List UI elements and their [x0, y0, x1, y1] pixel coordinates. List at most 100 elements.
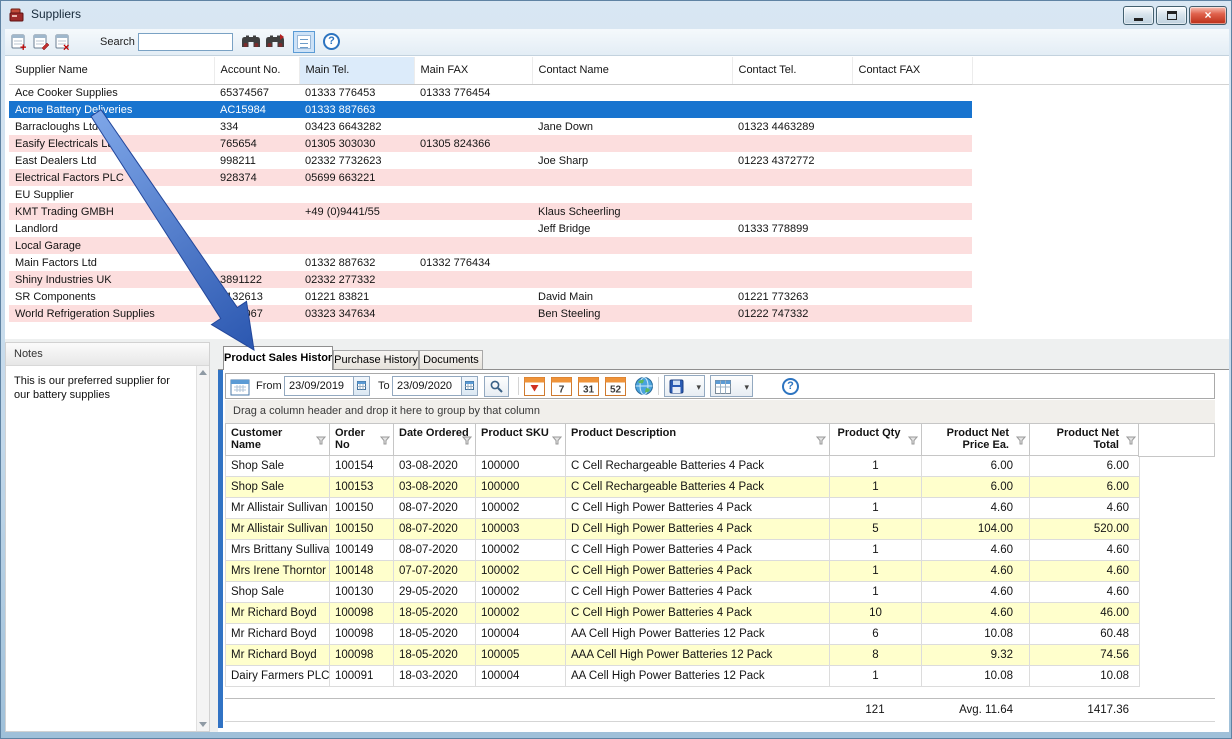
supplier-row[interactable]: East Dealers Ltd99821102332 7732623Joe S…	[9, 152, 972, 169]
edit-supplier-button[interactable]	[31, 32, 51, 57]
column-chooser-button[interactable]: ▾	[710, 375, 753, 397]
col-product-sku[interactable]: Product SKU	[476, 424, 566, 456]
scroll-down-icon[interactable]	[199, 722, 207, 727]
cell	[852, 254, 972, 271]
title-bar[interactable]: Suppliers ×	[1, 1, 1232, 29]
notes-header: Notes	[6, 343, 209, 366]
find-next-button[interactable]	[265, 34, 285, 54]
supplier-row[interactable]: Electrical Factors PLC92837405699 663221	[9, 169, 972, 186]
sales-row[interactable]: Shop Sale10013029-05-2020100002C Cell Hi…	[226, 582, 1140, 603]
apply-filter-button[interactable]	[484, 376, 509, 397]
cell	[532, 237, 732, 254]
cell: Shop Sale	[226, 582, 330, 603]
minimize-button[interactable]	[1123, 6, 1154, 25]
supplier-row[interactable]: Easify Electricals Ltd76565401305 303030…	[9, 135, 972, 152]
cell	[732, 84, 852, 101]
all-dates-button[interactable]	[634, 376, 656, 397]
month-range-button[interactable]: 31	[578, 376, 600, 397]
sales-row[interactable]: Mr Allistair Sullivan10015008-07-2020100…	[226, 519, 1140, 540]
col-contact-name[interactable]: Contact Name	[532, 57, 732, 84]
cell: 02332 277332	[299, 271, 414, 288]
filter-icon[interactable]	[908, 436, 918, 448]
supplier-row[interactable]: Local Garage	[9, 237, 972, 254]
col-date-ordered[interactable]: Date Ordered	[394, 424, 476, 456]
sales-row[interactable]: Mr Richard Boyd10009818-05-2020100004AA …	[226, 624, 1140, 645]
tab-product-sales-history[interactable]: Product Sales History	[223, 346, 333, 370]
col-account-no[interactable]: Account No.	[214, 57, 299, 84]
cell: 10	[830, 603, 922, 624]
find-button[interactable]	[241, 34, 261, 54]
col-product-description[interactable]: Product Description	[566, 424, 830, 456]
to-date-picker-button[interactable]	[461, 377, 477, 395]
supplier-row[interactable]: SR Components713261301221 83821David Mai…	[9, 288, 972, 305]
supplier-row[interactable]: LandlordJeff Bridge01333 778899	[9, 220, 972, 237]
col-main-fax[interactable]: Main FAX	[414, 57, 532, 84]
from-date-field[interactable]: 23/09/2019	[284, 376, 370, 396]
tab-documents[interactable]: Documents	[419, 350, 483, 369]
col-product-net-total[interactable]: Product Net Total	[1030, 424, 1140, 456]
from-date-picker-button[interactable]	[353, 377, 369, 395]
supplier-row[interactable]: Shiny Industries UK389112202332 277332	[9, 271, 972, 288]
filter-icon[interactable]	[1016, 436, 1026, 448]
filter-icon[interactable]	[816, 436, 826, 448]
sales-row[interactable]: Shop Sale10015303-08-2020100000C Cell Re…	[226, 477, 1140, 498]
cell	[732, 101, 852, 118]
supplier-row[interactable]: Barracloughs Ltd33403423 6643282Jane Dow…	[9, 118, 972, 135]
calendar-icon	[230, 378, 250, 401]
sales-row[interactable]: Shop Sale10015403-08-2020100000C Cell Re…	[226, 456, 1140, 477]
delete-record-icon: ×	[53, 32, 73, 52]
today-range-button[interactable]	[524, 376, 546, 397]
col-product-net-price[interactable]: Product Net Price Ea.	[922, 424, 1030, 456]
svg-text:×: ×	[63, 42, 69, 52]
delete-supplier-button[interactable]: ×	[53, 32, 73, 57]
filter-icon[interactable]	[552, 436, 562, 448]
sales-row[interactable]: Mr Richard Boyd10009818-05-2020100002C C…	[226, 603, 1140, 624]
supplier-row[interactable]: KMT Trading GMBH+49 (0)9441/55Klaus Sche…	[9, 203, 972, 220]
group-by-bar[interactable]: Drag a column header and drop it here to…	[225, 400, 1215, 423]
sales-row[interactable]: Mrs Irene Thorntor10014807-07-2020100002…	[226, 561, 1140, 582]
close-button[interactable]: ×	[1189, 6, 1227, 25]
supplier-row[interactable]: Ace Cooker Supplies6537456701333 7764530…	[9, 84, 972, 101]
cell: 03323 347634	[299, 305, 414, 322]
supplier-row[interactable]: Acme Battery DeliveriesAC1598401333 8876…	[9, 101, 972, 118]
supplier-row[interactable]: Main Factors Ltd01332 88763201332 776434	[9, 254, 972, 271]
week-range-button[interactable]: 7	[551, 376, 573, 397]
col-contact-fax[interactable]: Contact FAX	[852, 57, 972, 84]
year-range-button[interactable]: 52	[605, 376, 627, 397]
sales-row[interactable]: Mr Richard Boyd10009818-05-2020100005AAA…	[226, 645, 1140, 666]
sales-row[interactable]: Dairy Farmers PLC10009118-03-2020100004A…	[226, 666, 1140, 687]
filter-icon[interactable]	[462, 436, 472, 448]
export-button[interactable]: ▾	[664, 375, 705, 397]
filter-icon[interactable]	[316, 436, 326, 448]
col-customer-name[interactable]: Customer Name	[226, 424, 330, 456]
sales-row[interactable]: Mr Allistair Sullivan10015008-07-2020100…	[226, 498, 1140, 519]
col-product-qty[interactable]: Product Qty	[830, 424, 922, 456]
scroll-up-icon[interactable]	[199, 370, 207, 375]
supplier-grid: Supplier Name Account No. Main Tel. Main…	[9, 57, 973, 322]
help-button[interactable]: ?	[323, 33, 340, 50]
col-supplier-name[interactable]: Supplier Name	[9, 57, 214, 84]
grid-help-button[interactable]: ?	[782, 378, 799, 395]
filter-icon[interactable]	[1126, 436, 1136, 448]
cell: Shop Sale	[226, 477, 330, 498]
cell: 5340067	[214, 305, 299, 322]
new-supplier-button[interactable]: +	[9, 32, 29, 57]
notes-scrollbar[interactable]	[196, 366, 209, 731]
supplier-row[interactable]: World Refrigeration Supplies534006703323…	[9, 305, 972, 322]
col-order-no[interactable]: Order No	[330, 424, 394, 456]
col-contact-tel[interactable]: Contact Tel.	[732, 57, 852, 84]
cell: Joe Sharp	[532, 152, 732, 169]
tab-purchase-history[interactable]: Purchase History	[333, 350, 419, 369]
cell: 4.60	[922, 603, 1030, 624]
to-date-field[interactable]: 23/09/2020	[392, 376, 478, 396]
maximize-button[interactable]	[1156, 6, 1187, 25]
sales-row[interactable]: Mrs Brittany Sulliva10014908-07-20201000…	[226, 540, 1140, 561]
cell: AC15984	[214, 101, 299, 118]
search-input[interactable]	[138, 33, 233, 51]
supplier-row[interactable]: EU Supplier	[9, 186, 972, 203]
col-label: Order No	[335, 427, 365, 451]
cell: Easify Electricals Ltd	[9, 135, 214, 152]
view-toggle-button[interactable]	[293, 31, 315, 53]
col-main-tel[interactable]: Main Tel.	[299, 57, 414, 84]
filter-icon[interactable]	[380, 436, 390, 448]
